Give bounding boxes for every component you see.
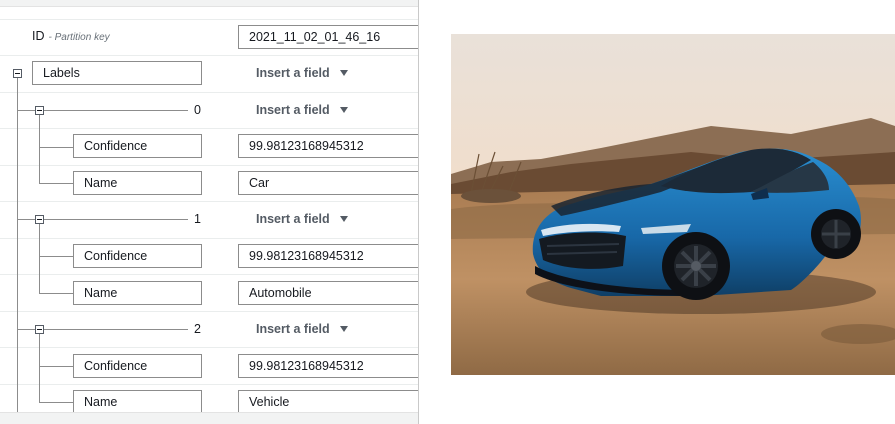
tree-line — [18, 329, 35, 330]
car-photo-icon — [451, 34, 895, 375]
tree-line — [17, 78, 18, 412]
caret-down-icon — [339, 70, 348, 76]
insert-field-label: Insert a field — [256, 212, 330, 226]
row-divider — [0, 274, 418, 275]
confidence-key-field[interactable]: Confidence — [73, 134, 202, 158]
partition-key-label: ID - Partition key — [32, 29, 110, 43]
tree-line — [39, 115, 40, 183]
insert-field-label: Insert a field — [256, 322, 330, 336]
list-index-1: 1 — [194, 212, 201, 226]
tree-line — [18, 219, 35, 220]
name-value-field[interactable]: Automobile — [238, 281, 418, 305]
insert-field-label: Insert a field — [256, 66, 330, 80]
row-divider — [0, 347, 418, 348]
collapse-item-1-icon[interactable] — [35, 215, 44, 224]
partition-key-value-field[interactable]: 2021_11_02_01_46_16 — [238, 25, 418, 49]
analyzed-car-image — [451, 34, 895, 375]
row-divider — [0, 165, 418, 166]
collapse-item-2-icon[interactable] — [35, 325, 44, 334]
caret-down-icon — [339, 107, 348, 113]
list-index-0: 0 — [194, 103, 201, 117]
tree-line — [18, 110, 35, 111]
row-divider — [0, 19, 418, 20]
insert-field-dropdown[interactable]: Insert a field — [256, 103, 348, 117]
row-divider — [0, 128, 418, 129]
partition-key-annotation: - Partition key — [48, 32, 110, 43]
labels-key-field[interactable]: Labels — [32, 61, 202, 85]
tree-line — [39, 402, 73, 403]
tree-line — [39, 366, 73, 367]
tree-line — [44, 110, 188, 111]
caret-down-icon — [339, 326, 348, 332]
row-divider — [0, 55, 418, 56]
tree-line — [44, 219, 188, 220]
caret-down-icon — [339, 216, 348, 222]
name-key-field[interactable]: Name — [73, 390, 202, 414]
tree-line — [44, 329, 188, 330]
tree-line — [39, 256, 73, 257]
insert-field-dropdown[interactable]: Insert a field — [256, 212, 348, 226]
insert-field-label: Insert a field — [256, 103, 330, 117]
tree-line — [39, 334, 40, 402]
tree-line — [39, 293, 73, 294]
row-divider — [0, 311, 418, 312]
partition-key-name: ID — [32, 29, 45, 43]
row-divider — [0, 92, 418, 93]
tree-line — [39, 183, 73, 184]
confidence-value-field[interactable]: 99.98123168945312 — [238, 354, 418, 378]
name-key-field[interactable]: Name — [73, 171, 202, 195]
list-index-2: 2 — [194, 322, 201, 336]
row-divider — [0, 201, 418, 202]
name-key-field[interactable]: Name — [73, 281, 202, 305]
name-value-field[interactable]: Vehicle — [238, 390, 418, 414]
confidence-value-field[interactable]: 99.98123168945312 — [238, 244, 418, 268]
confidence-value-field[interactable]: 99.98123168945312 — [238, 134, 418, 158]
row-divider — [0, 384, 418, 385]
item-editor: ID - Partition key 2021_11_02_01_46_16 La… — [0, 0, 419, 424]
tree-line — [39, 147, 73, 148]
bottom-scroll-edge — [0, 412, 418, 424]
tree-line — [39, 224, 40, 293]
confidence-key-field[interactable]: Confidence — [73, 244, 202, 268]
name-value-field[interactable]: Car — [238, 171, 418, 195]
collapse-item-0-icon[interactable] — [35, 106, 44, 115]
top-scroll-edge — [0, 0, 418, 7]
insert-field-dropdown[interactable]: Insert a field — [256, 66, 348, 80]
row-divider — [0, 238, 418, 239]
collapse-labels-icon[interactable] — [13, 69, 22, 78]
insert-field-dropdown[interactable]: Insert a field — [256, 322, 348, 336]
confidence-key-field[interactable]: Confidence — [73, 354, 202, 378]
